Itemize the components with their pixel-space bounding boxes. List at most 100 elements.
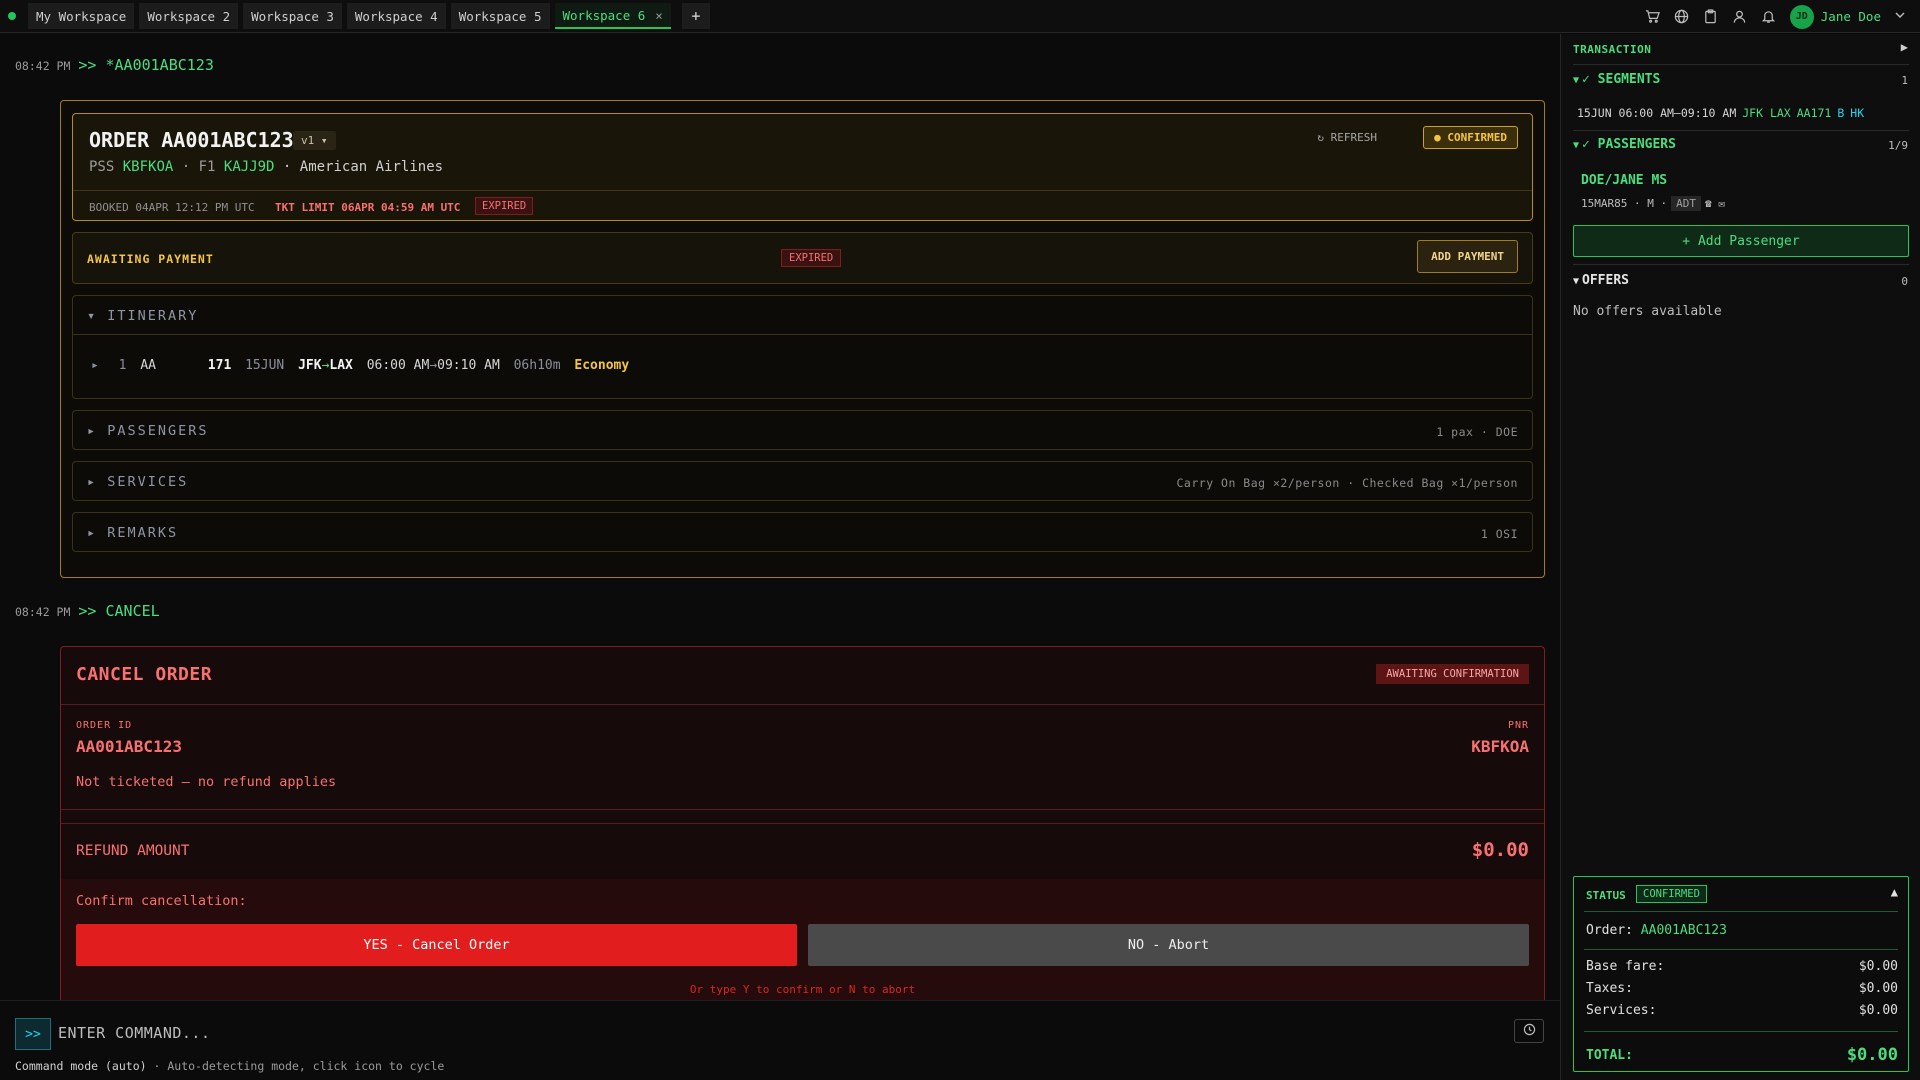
divider [1584, 911, 1898, 912]
itinerary-header[interactable]: ▾ ITINERARY [87, 308, 198, 324]
collapse-panel-icon[interactable]: ▶ [1901, 40, 1908, 54]
close-tab-icon[interactable]: × [655, 8, 663, 23]
carrier-code: AA [140, 358, 156, 373]
status-badge: ● CONFIRMED [1423, 126, 1518, 149]
itinerary-section: ▾ ITINERARY ▸ 1 AA 171 15JUN JFK → LAX 06:… [72, 295, 1533, 399]
services-section[interactable]: ▸ SERVICES Carry On Bag ×2/person · Chec… [72, 461, 1533, 501]
passenger-details: 15MAR85 · M · ADT ☎ ✉ [1581, 196, 1725, 211]
collapse-status-icon[interactable]: ▲ [1891, 885, 1898, 899]
tab-my-workspace[interactable]: My Workspace [28, 3, 135, 29]
passengers-panel-header[interactable]: ▼ ✓ PASSENGERS [1573, 137, 1676, 152]
passenger-name[interactable]: DOE/JANE MS [1581, 173, 1667, 188]
offers-header[interactable]: ▼ OFFERS [1573, 273, 1629, 288]
transaction-panel: TRANSACTION ▶ ▼ ✓ SEGMENTS 1 15JUN 06:00 … [1560, 34, 1920, 1080]
cancel-status-badge: AWAITING CONFIRMATION [1376, 664, 1529, 684]
divider [73, 190, 1532, 191]
command-log: 08:42 PM >> *AA001ABC123 ORDER AA001ABC12… [0, 34, 1560, 1000]
confirm-cancel-button[interactable]: YES - Cancel Order [76, 924, 797, 966]
payment-panel: AWAITING PAYMENT EXPIRED ADD PAYMENT [72, 232, 1533, 284]
f1-code[interactable]: KAJJ9D [224, 159, 275, 175]
ticket-limit-badge: EXPIRED [475, 197, 534, 215]
abort-button[interactable]: NO - Abort [808, 924, 1529, 966]
services-row: Services: $0.00 [1586, 1003, 1898, 1018]
segment-class: B [1837, 106, 1845, 120]
command-bar: >> Command mode (auto) · Auto-detecting … [0, 1000, 1560, 1080]
order-card: ORDER AA001ABC123 v1 ▾ PSS KBFKOA · F1 K… [60, 100, 1545, 578]
refresh-button[interactable]: ↻ REFRESH [1317, 131, 1377, 144]
add-payment-button[interactable]: ADD PAYMENT [1417, 240, 1518, 273]
pnr-label: PNR [1507, 720, 1529, 731]
command-mode-hint: · Auto-detecting mode, click icon to cyc… [153, 1059, 445, 1073]
add-tab-button[interactable]: + [681, 3, 710, 29]
clipboard-icon[interactable] [1703, 9, 1719, 25]
remarks-header[interactable]: ▸ REMARKS [87, 525, 178, 541]
tab-workspace-5[interactable]: Workspace 5 [450, 3, 550, 29]
segments-header[interactable]: ▼ ✓ SEGMENTS [1573, 72, 1660, 87]
top-right-toolbar: JD Jane Doe [1645, 0, 1906, 33]
flight-number: 171 [207, 358, 232, 373]
pnr-value: KBFKOA [1471, 737, 1529, 756]
confirm-label: Confirm cancellation: [76, 893, 247, 909]
segment-summary-row[interactable]: 15JUN 06:00 AM–09:10 AM JFK LAX AA171 B HK [1577, 106, 1864, 120]
bell-icon[interactable] [1761, 9, 1777, 25]
log-time: 08:42 PM [15, 59, 71, 73]
remarks-section[interactable]: ▸ REMARKS 1 OSI [72, 512, 1533, 552]
user-icon[interactable] [1732, 9, 1748, 25]
tab-workspace-6[interactable]: Workspace 6 × [554, 3, 671, 29]
status-summary: STATUS CONFIRMED ▲ Order: AA001ABC123 Ba… [1573, 876, 1909, 1072]
command-mode-status: Command mode (auto) · Auto-detecting mod… [15, 1059, 444, 1073]
order-label: Order: [1586, 923, 1633, 938]
panel-title: TRANSACTION [1573, 43, 1652, 56]
duration: 06h10m [513, 358, 561, 373]
remarks-summary: 1 OSI [1480, 527, 1518, 541]
passengers-header[interactable]: ▸ PASSENGERS [87, 423, 209, 439]
tab-workspace-4[interactable]: Workspace 4 [346, 3, 446, 29]
cart-icon[interactable] [1645, 9, 1661, 25]
log-entry-cancel: 08:42 PM >> CANCEL [15, 602, 160, 620]
offers-count: 0 [1901, 275, 1908, 288]
order-id-value: AA001ABC123 [76, 737, 182, 756]
divider [61, 809, 1544, 810]
version-select[interactable]: v1 ▾ [293, 131, 336, 150]
user-name[interactable]: Jane Doe [1821, 9, 1881, 24]
services-header[interactable]: ▸ SERVICES [87, 474, 188, 490]
chevron-down-icon[interactable] [1894, 9, 1906, 24]
add-passenger-button[interactable]: + Add Passenger [1573, 225, 1909, 257]
history-button[interactable] [1514, 1019, 1544, 1043]
pss-label: PSS [89, 159, 115, 175]
flight-date: 15JUN [245, 358, 285, 373]
depart-time: 06:00 AM [366, 358, 430, 373]
expand-segment-icon[interactable]: ▸ [91, 358, 99, 373]
log-command: >> CANCEL [78, 602, 160, 620]
tab-workspace-3[interactable]: Workspace 3 [243, 3, 342, 29]
order-id-label: ORDER ID [76, 720, 133, 731]
taxes-label: Taxes: [1586, 981, 1633, 996]
top-bar: My Workspace Workspace 2 Workspace 3 Wor… [0, 0, 1920, 33]
globe-icon[interactable] [1674, 9, 1690, 25]
services-summary: Carry On Bag ×2/person · Checked Bag ×1/… [1176, 476, 1518, 490]
confirm-area: Confirm cancellation: YES - Cancel Order… [61, 879, 1544, 1000]
passengers-section[interactable]: ▸ PASSENGERS 1 pax · DOE [72, 410, 1533, 450]
order-title: ORDER AA001ABC123 [89, 128, 294, 152]
log-time: 08:42 PM [15, 605, 71, 619]
command-input[interactable] [58, 1018, 1458, 1048]
status-order: Order: AA001ABC123 [1586, 923, 1727, 938]
segments-count: 1 [1901, 74, 1908, 87]
ticket-limit: TKT LIMIT 06APR 04:59 AM UTC [275, 201, 461, 214]
pss-info: PSS KBFKOA · F1 KAJJ9D · American Airlin… [89, 159, 443, 175]
segment-row[interactable]: ▸ 1 AA 171 15JUN JFK→LAX 06:00 AM→09:10 … [91, 358, 635, 373]
caret-down-icon: ▼ [1573, 276, 1580, 287]
status-label: STATUS [1586, 889, 1626, 902]
command-mode-icon[interactable]: >> [15, 1018, 51, 1050]
booked-date: BOOKED 04APR 12:12 PM UTC [89, 201, 255, 214]
order-id[interactable]: AA001ABC123 [1641, 923, 1727, 938]
segment-route: JFK LAX [1742, 106, 1791, 120]
divider [1573, 264, 1909, 265]
refund-label: REFUND AMOUNT [76, 843, 190, 859]
command-mode-label: Command mode (auto) [15, 1059, 147, 1073]
passengers-summary: 1 pax · DOE [1436, 425, 1518, 439]
avatar[interactable]: JD [1789, 4, 1814, 29]
passengers-title: ✓ PASSENGERS [1582, 137, 1676, 152]
pss-code[interactable]: KBFKOA [123, 159, 174, 175]
tab-workspace-2[interactable]: Workspace 2 [139, 3, 239, 29]
